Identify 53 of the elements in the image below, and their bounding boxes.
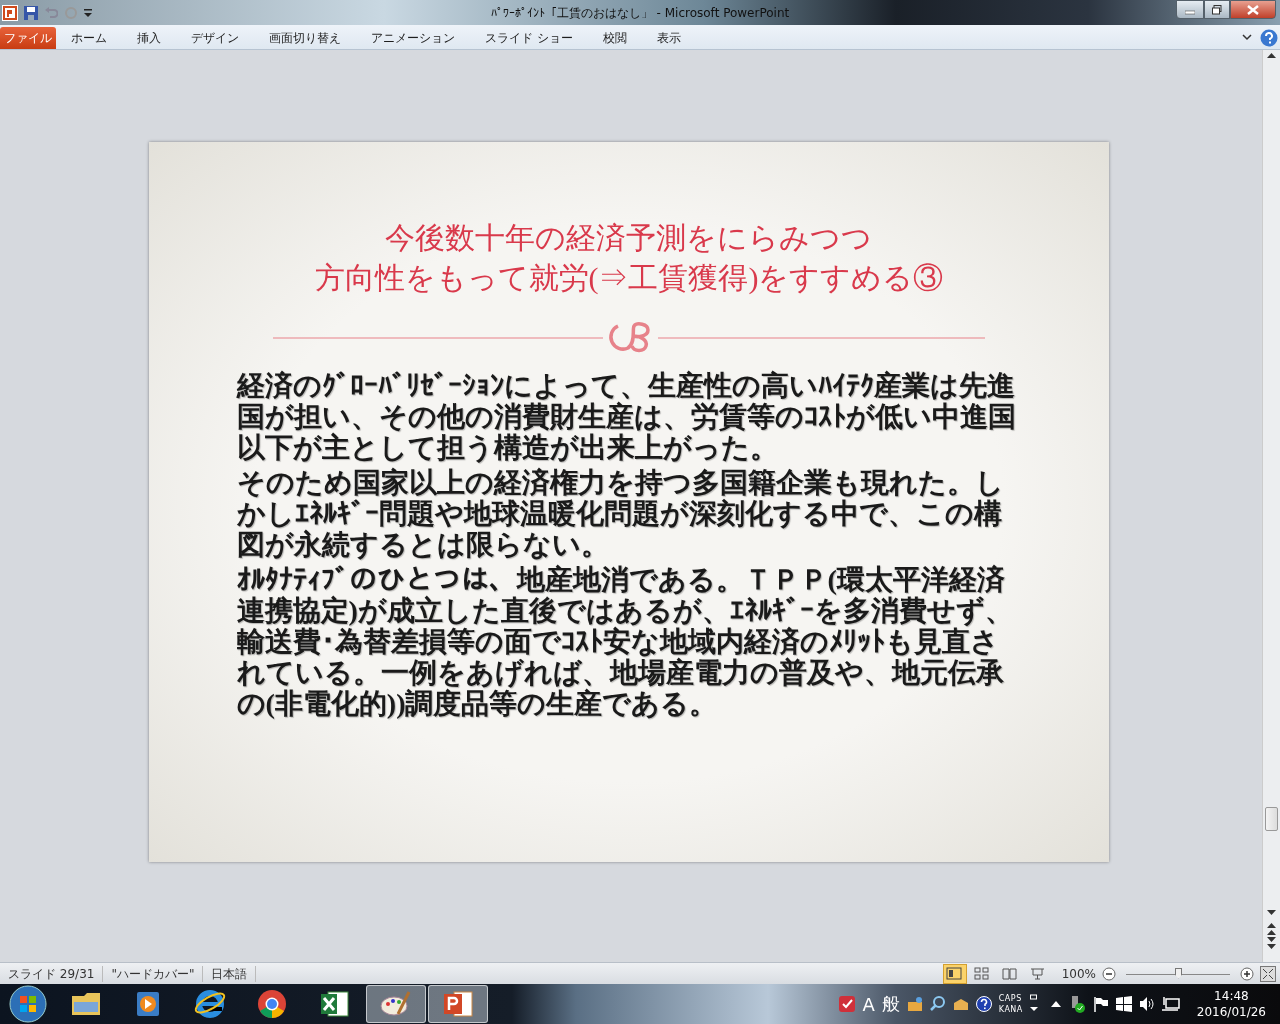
restore-icon [1212,4,1222,15]
help-icon[interactable] [975,996,992,1012]
ribbon-tab[interactable]: 表示 [643,27,694,49]
slide-paragraph: ｵﾙﾀﾅﾃｨﾌﾞのひとつは、地産地消である。ＴＰＰ(環太平洋経済連携協定)が成立した直後ではあるが、ｴﾈﾙｷﾞｰを多消費せず、輸送費･為替差損等の面でｺｽﾄ安な地域内経済のﾒﾘｯﾄも見直されている。一例をあげれば、地場産電力の普及や、地元伝承の(非電化的))調度品等の生産である。 [236,564,1014,719]
slide-title: 方向性をもって就労(⇒工賃獲得)をすすめる③ [314,260,944,296]
network-icon[interactable] [1161,996,1180,1012]
ribbon-tab[interactable]: ホーム [58,27,120,49]
ime-mode-indicator[interactable]: A [862,993,875,1015]
customize-dropdown-icon[interactable] [84,6,92,19]
ribbon-tab[interactable]: アニメーション [358,27,468,49]
windows-logo-icon[interactable] [1115,996,1132,1012]
status-text: 日本語 [203,965,257,982]
save-icon[interactable] [24,5,38,20]
ribbon-tab[interactable]: 画面切り替え [256,27,354,49]
start-button-icon[interactable] [9,985,47,1023]
ribbon-tab[interactable]: 挿入 [124,27,174,49]
close-button[interactable] [1230,0,1276,19]
file-tab[interactable]: ファイル [0,27,56,49]
speaker-icon[interactable] [1138,996,1155,1012]
minimize-button[interactable] [1176,0,1204,19]
kana-indicator: KANA [998,1004,1023,1015]
ime-kanji-indicator[interactable]: 般 [881,992,900,1016]
slide-paragraph: そのため国家以上の経済権力を持つ多国籍企業も現れた。しかしｴﾈﾙｷﾞｰ問題や地球温暖化問題が深刻化する中で、この構図が永続するとは限らない。 [236,467,1005,560]
zoom-in-icon[interactable] [1240,966,1254,981]
ribbon-tab[interactable]: デザイン [178,27,252,49]
window-title: ﾊﾟﾜｰﾎﾟｲﾝﾄ「工賃のおはなし」 - Microsoft PowerPoint [490,6,790,20]
previous-slide-icon[interactable] [1267,922,1276,936]
close-icon [1247,4,1259,15]
scrollbar-thumb[interactable] [1265,807,1278,831]
slide-title: 今後数十年の経済予測をにらみつつ [385,220,873,256]
clock-time[interactable]: 14:48 [1214,988,1249,1004]
vertical-scrollbar[interactable] [1262,50,1280,962]
collapse-ribbon-icon[interactable] [1242,34,1252,42]
checkmark-app-icon[interactable] [839,996,856,1012]
zoom-slider-thumb[interactable] [1175,967,1182,979]
caps-indicator: CAPS [998,993,1023,1004]
status-text: "ハードカバー" [103,965,204,982]
status-text: スライド 29/31 [0,965,104,982]
zoom-level[interactable]: 100% [1061,966,1096,981]
fit-window-icon[interactable] [1260,965,1276,982]
ribbon-tab[interactable]: 校閲 [589,27,640,49]
zoom-out-icon[interactable] [1102,966,1116,981]
magnifier-icon[interactable] [929,996,946,1012]
ribbon-tab[interactable]: スライド ショー [472,27,586,49]
zoom-slider[interactable] [1126,966,1230,981]
view-button-icon[interactable] [943,964,966,983]
clock-date[interactable]: 2016/01/26 [1196,1004,1266,1020]
slide-paragraph: 経済のｸﾞﾛｰﾊﾞﾘｾﾞｰｼｮﾝによって、生産性の高いﾊｲﾃｸ産業は先進国が担い、その他の消費財生産は、労賃等のｺｽﾄが低い中進国以下が主として担う構造が出来上がった。 [236,370,1017,463]
show-hidden-icons-icon[interactable] [1050,1000,1061,1008]
restore-button[interactable] [1204,0,1230,19]
next-slide-icon[interactable] [1267,936,1276,950]
app-logo-icon[interactable] [2,4,18,21]
flag-icon[interactable] [1092,996,1109,1012]
